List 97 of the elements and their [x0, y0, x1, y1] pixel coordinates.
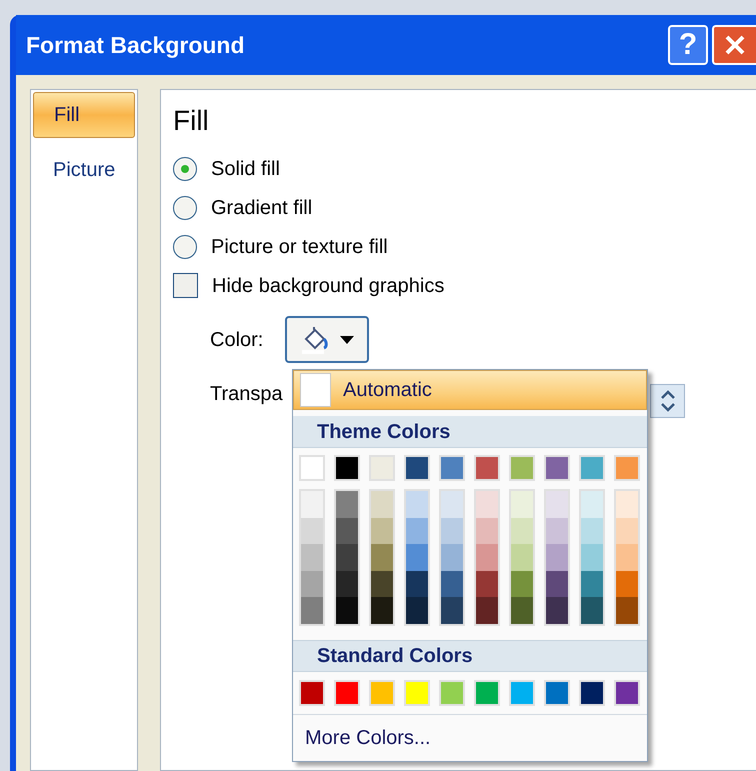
- checkbox[interactable]: [173, 273, 198, 298]
- color-swatch[interactable]: [509, 680, 535, 706]
- color-swatch[interactable]: [299, 455, 325, 481]
- color-swatch[interactable]: [439, 455, 465, 481]
- color-swatch[interactable]: [581, 597, 603, 624]
- option-label: Solid fill: [211, 156, 280, 182]
- color-swatch[interactable]: [546, 597, 568, 624]
- color-swatch[interactable]: [476, 518, 498, 544]
- close-icon: [724, 34, 746, 56]
- color-swatch[interactable]: [371, 544, 393, 570]
- color-swatch[interactable]: [336, 518, 358, 544]
- color-swatch[interactable]: [511, 597, 533, 624]
- color-swatch[interactable]: [476, 544, 498, 570]
- color-swatch[interactable]: [406, 518, 428, 544]
- color-swatch[interactable]: [441, 570, 463, 597]
- color-swatch[interactable]: [406, 570, 428, 597]
- more-colors-item[interactable]: More Colors...: [293, 714, 647, 760]
- color-swatch[interactable]: [476, 570, 498, 597]
- color-swatch[interactable]: [301, 518, 323, 544]
- color-swatch[interactable]: [299, 680, 325, 706]
- radio-button[interactable]: [173, 196, 197, 220]
- color-swatch[interactable]: [581, 544, 603, 570]
- section-heading: Fill: [173, 104, 209, 138]
- sidebar-item[interactable]: Fill: [33, 92, 135, 138]
- radio-button[interactable]: [173, 234, 197, 258]
- sidebar-item[interactable]: Picture: [33, 150, 135, 190]
- color-swatch[interactable]: [546, 570, 568, 597]
- color-swatch[interactable]: [614, 680, 640, 706]
- color-swatch[interactable]: [334, 680, 360, 706]
- spinner-control[interactable]: [650, 384, 685, 418]
- color-swatch[interactable]: [301, 597, 323, 624]
- color-swatch[interactable]: [441, 544, 463, 570]
- dropdown-arrow-icon: [340, 336, 354, 344]
- color-swatch[interactable]: [334, 455, 360, 481]
- color-swatch[interactable]: [546, 544, 568, 570]
- color-swatch[interactable]: [406, 597, 428, 624]
- color-swatch[interactable]: [544, 680, 570, 706]
- color-swatch[interactable]: [579, 455, 605, 481]
- theme-colors-header: Theme Colors: [293, 416, 647, 448]
- color-swatch[interactable]: [336, 570, 358, 597]
- color-swatch[interactable]: [371, 518, 393, 544]
- color-swatch[interactable]: [546, 491, 568, 518]
- automatic-color-item[interactable]: Automatic: [293, 370, 647, 410]
- color-swatch[interactable]: [336, 544, 358, 570]
- color-swatch[interactable]: [404, 680, 430, 706]
- window-title: Format Background: [26, 30, 245, 60]
- color-swatch[interactable]: [369, 680, 395, 706]
- color-swatch[interactable]: [511, 518, 533, 544]
- spinner-arrows-icon: [660, 389, 676, 413]
- color-swatch[interactable]: [406, 491, 428, 518]
- color-swatch[interactable]: [301, 570, 323, 597]
- color-swatch[interactable]: [441, 491, 463, 518]
- color-swatch[interactable]: [474, 680, 500, 706]
- color-swatch[interactable]: [616, 544, 638, 570]
- help-button[interactable]: ?: [668, 25, 708, 65]
- color-swatch[interactable]: [301, 544, 323, 570]
- option-label: Picture or texture fill: [211, 234, 388, 260]
- option-label: Gradient fill: [211, 196, 312, 220]
- color-label: Color:: [210, 328, 264, 352]
- color-swatch[interactable]: [476, 491, 498, 518]
- option-label: Hide background graphics: [212, 274, 444, 298]
- radio-button[interactable]: [173, 156, 197, 180]
- color-swatch[interactable]: [439, 680, 465, 706]
- color-swatch[interactable]: [404, 455, 430, 481]
- color-swatch[interactable]: [511, 570, 533, 597]
- color-swatch[interactable]: [546, 518, 568, 544]
- color-swatch[interactable]: [616, 570, 638, 597]
- automatic-swatch: [300, 373, 331, 407]
- paint-bucket-icon: [300, 324, 330, 354]
- color-swatch[interactable]: [579, 680, 605, 706]
- color-swatch[interactable]: [616, 597, 638, 624]
- color-swatch[interactable]: [616, 491, 638, 518]
- color-swatch[interactable]: [616, 518, 638, 544]
- color-swatch[interactable]: [336, 491, 358, 518]
- color-swatch[interactable]: [581, 491, 603, 518]
- color-swatch[interactable]: [581, 518, 603, 544]
- color-swatch[interactable]: [406, 544, 428, 570]
- color-swatch[interactable]: [371, 597, 393, 624]
- color-swatch[interactable]: [581, 570, 603, 597]
- color-swatch[interactable]: [371, 491, 393, 518]
- color-swatch[interactable]: [614, 455, 640, 481]
- standard-colors-header: Standard Colors: [293, 640, 647, 672]
- color-swatch[interactable]: [441, 597, 463, 624]
- close-button[interactable]: [712, 25, 756, 65]
- color-swatch[interactable]: [474, 455, 500, 481]
- color-swatch[interactable]: [511, 544, 533, 570]
- color-swatch[interactable]: [544, 455, 570, 481]
- color-swatch[interactable]: [301, 491, 323, 518]
- color-swatch[interactable]: [336, 597, 358, 624]
- color-swatch[interactable]: [369, 455, 395, 481]
- transparency-label: Transpa: [210, 382, 283, 407]
- color-swatch[interactable]: [509, 455, 535, 481]
- color-picker-button[interactable]: [285, 316, 370, 363]
- color-swatch[interactable]: [371, 570, 393, 597]
- color-swatch[interactable]: [511, 491, 533, 518]
- color-swatch[interactable]: [441, 518, 463, 544]
- color-swatch[interactable]: [476, 597, 498, 624]
